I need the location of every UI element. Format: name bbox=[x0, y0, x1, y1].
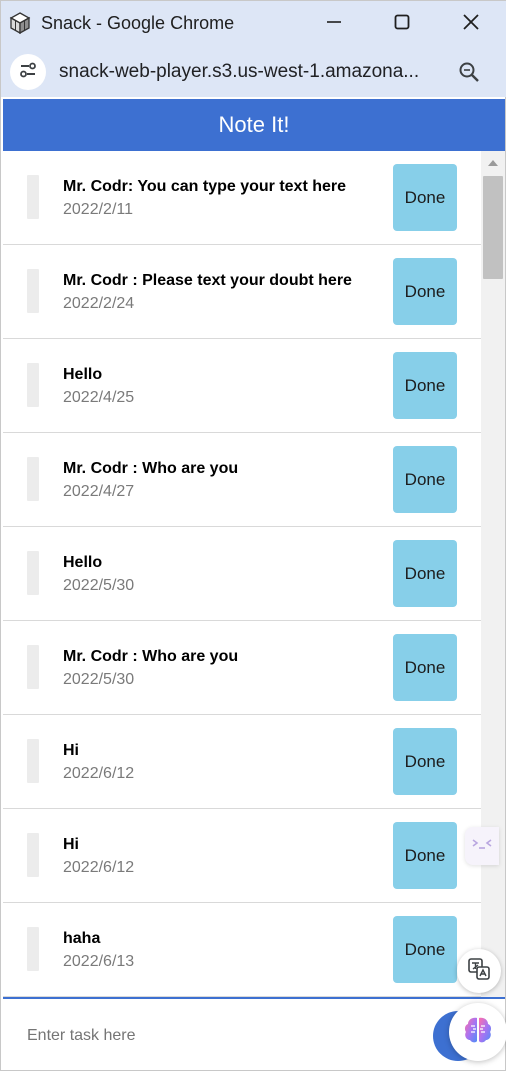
list-item: Hi 2022/6/12 Done bbox=[3, 715, 481, 809]
address-bar: snack-web-player.s3.us-west-1.amazona... bbox=[1, 47, 506, 97]
task-input[interactable] bbox=[27, 1027, 234, 1045]
task-text: Hello bbox=[63, 554, 103, 571]
task-date: 2022/6/13 bbox=[63, 953, 135, 970]
task-checkbox[interactable] bbox=[27, 645, 39, 689]
done-button[interactable]: Done bbox=[393, 164, 457, 231]
task-text: Hi bbox=[63, 742, 79, 759]
list-item: Mr. Codr : Who are you 2022/4/27 Done bbox=[3, 433, 481, 527]
translate-icon bbox=[467, 957, 491, 986]
task-text: haha bbox=[63, 930, 101, 947]
task-list: Mr. Codr: You can type your text here 20… bbox=[3, 151, 481, 997]
task-date: 2022/4/27 bbox=[63, 483, 135, 500]
sidebar-peek-button[interactable] bbox=[465, 827, 499, 865]
task-date: 2022/2/24 bbox=[63, 295, 135, 312]
task-date: 2022/4/25 bbox=[63, 389, 135, 406]
sidebar-peek-icon bbox=[471, 837, 493, 856]
task-checkbox[interactable] bbox=[27, 363, 39, 407]
done-button[interactable]: Done bbox=[393, 446, 457, 513]
task-text: Hello bbox=[63, 366, 103, 383]
done-button[interactable]: Done bbox=[393, 728, 457, 795]
task-date: 2022/6/12 bbox=[63, 765, 135, 782]
task-checkbox[interactable] bbox=[27, 457, 39, 501]
close-icon bbox=[463, 13, 479, 35]
task-checkbox[interactable] bbox=[27, 551, 39, 595]
task-checkbox[interactable] bbox=[27, 833, 39, 877]
task-checkbox[interactable] bbox=[27, 927, 39, 971]
title-bar: Snack - Google Chrome bbox=[1, 1, 506, 47]
done-button[interactable]: Done bbox=[393, 822, 457, 889]
browser-window: Snack - Google Chrome snack-web-player.s… bbox=[0, 0, 506, 1071]
list-item: haha 2022/6/13 Done bbox=[3, 903, 481, 997]
minimize-button[interactable] bbox=[314, 9, 354, 39]
task-date: 2022/6/12 bbox=[63, 859, 135, 876]
page-title: Note It! bbox=[218, 112, 290, 137]
done-button[interactable]: Done bbox=[393, 258, 457, 325]
task-text: Mr. Codr : Who are you bbox=[63, 460, 239, 477]
minimize-icon bbox=[326, 14, 342, 35]
brain-icon bbox=[462, 1014, 494, 1051]
task-date: 2022/2/11 bbox=[63, 201, 133, 218]
close-button[interactable] bbox=[451, 9, 491, 39]
window-title: Snack - Google Chrome bbox=[41, 13, 235, 33]
task-checkbox[interactable] bbox=[27, 269, 39, 313]
task-text: Mr. Codr : Who are you bbox=[63, 648, 239, 665]
list-scrollbar[interactable] bbox=[481, 151, 505, 997]
task-checkbox[interactable] bbox=[27, 175, 39, 219]
done-button[interactable]: Done bbox=[393, 540, 457, 607]
maximize-button[interactable] bbox=[382, 9, 422, 39]
url-field[interactable]: snack-web-player.s3.us-west-1.amazona... bbox=[59, 61, 419, 83]
done-button[interactable]: Done bbox=[393, 634, 457, 701]
list-item: Hi 2022/6/12 Done bbox=[3, 809, 481, 903]
task-text: Hi bbox=[63, 836, 79, 853]
done-button[interactable]: Done bbox=[393, 352, 457, 419]
translate-button[interactable] bbox=[457, 949, 501, 993]
ai-assistant-button[interactable] bbox=[449, 1003, 506, 1061]
task-checkbox[interactable] bbox=[27, 739, 39, 783]
list-item: Mr. Codr: You can type your text here 20… bbox=[3, 151, 481, 245]
maximize-icon bbox=[394, 14, 410, 35]
zoom-icon[interactable] bbox=[457, 60, 481, 84]
list-item: Mr. Codr : Please text your doubt here 2… bbox=[3, 245, 481, 339]
site-info-button[interactable] bbox=[10, 54, 46, 90]
scroll-thumb[interactable] bbox=[483, 176, 503, 279]
list-item: Hello 2022/4/25 Done bbox=[3, 339, 481, 433]
task-text: Mr. Codr : Please text your doubt here bbox=[63, 272, 352, 289]
done-button[interactable]: Done bbox=[393, 916, 457, 983]
task-date: 2022/5/30 bbox=[63, 577, 135, 594]
task-input-bar bbox=[3, 997, 505, 1070]
list-item: Hello 2022/5/30 Done bbox=[3, 527, 481, 621]
list-item: Mr. Codr : Who are you 2022/5/30 Done bbox=[3, 621, 481, 715]
task-date: 2022/5/30 bbox=[63, 671, 135, 688]
scroll-up-arrow-icon[interactable] bbox=[488, 160, 498, 166]
snack-cube-icon bbox=[9, 12, 31, 35]
tune-icon bbox=[18, 60, 38, 85]
app-header: Note It! bbox=[3, 99, 505, 151]
task-text: Mr. Codr: You can type your text here bbox=[63, 178, 347, 195]
